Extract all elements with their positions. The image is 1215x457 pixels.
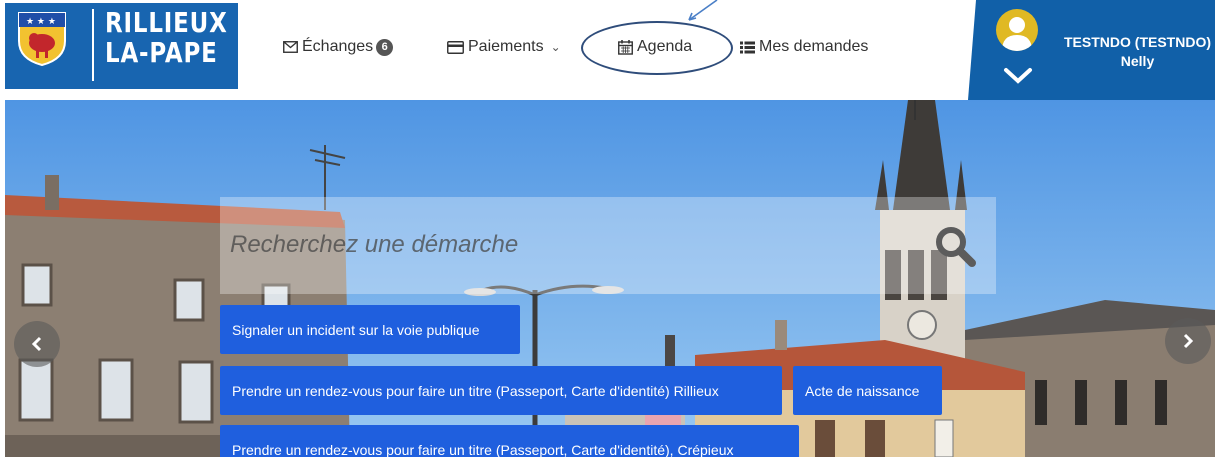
search-icon[interactable] (932, 223, 978, 269)
chevron-down-icon: ⌄ (550, 40, 561, 54)
user-login: TESTNDO (TESTNDO) (1064, 34, 1211, 50)
list-icon (740, 41, 755, 53)
chevron-right-icon (1183, 333, 1194, 349)
user-avatar-icon[interactable] (996, 9, 1038, 51)
svg-text:★ ★ ★: ★ ★ ★ (26, 17, 56, 27)
logo-wordmark: RILLIEUX LA-PAPE (105, 8, 228, 68)
nav-paiements[interactable]: Paiements ⌄ (447, 36, 561, 58)
nav-agenda[interactable]: Agenda (618, 36, 692, 58)
logo-line-1: RILLIEUX (105, 6, 228, 39)
nav-mes-demandes-label: Mes demandes (759, 38, 869, 55)
carousel-next-button[interactable] (1165, 318, 1211, 364)
user-firstname: Nelly (1120, 53, 1155, 69)
search-input[interactable] (230, 221, 920, 269)
quick-action-rdv-titre-rillieux[interactable]: Prendre un rendez-vous pour faire un tit… (220, 366, 782, 415)
quick-action-rdv-titre-crepieux[interactable]: Prendre un rendez-vous pour faire un tit… (220, 425, 799, 457)
envelope-icon (283, 41, 298, 53)
nav-mes-demandes[interactable]: Mes demandes (740, 36, 868, 58)
crest-logo-icon: ★ ★ ★ (18, 12, 66, 67)
user-name[interactable]: TESTNDO (TESTNDO) Nelly (1060, 33, 1215, 71)
chevron-left-icon (31, 336, 42, 352)
nav-echanges[interactable]: Échanges 6 (283, 36, 394, 58)
site-logo[interactable]: ★ ★ ★ RILLIEUX LA-PAPE (5, 3, 238, 89)
quick-action-signaler-incident[interactable]: Signaler un incident sur la voie publiqu… (220, 305, 520, 354)
nav-paiements-label: Paiements (468, 38, 544, 55)
user-menu-chevron-down-icon[interactable] (1003, 67, 1033, 85)
annotation-arrow-icon (688, 0, 718, 21)
credit-card-icon (447, 40, 464, 54)
site-header: ★ ★ ★ RILLIEUX LA-PAPE Échanges 6 Paieme… (0, 0, 1215, 100)
nav-echanges-label: Échanges (302, 38, 374, 55)
echanges-count-badge: 6 (376, 38, 394, 56)
quick-action-acte-naissance[interactable]: Acte de naissance (793, 366, 942, 415)
calendar-icon (618, 39, 633, 55)
search-panel (220, 197, 996, 294)
logo-line-2: LA-PAPE (105, 36, 218, 69)
logo-divider (92, 9, 94, 81)
nav-agenda-label: Agenda (637, 38, 693, 55)
carousel-prev-button[interactable] (14, 321, 60, 367)
